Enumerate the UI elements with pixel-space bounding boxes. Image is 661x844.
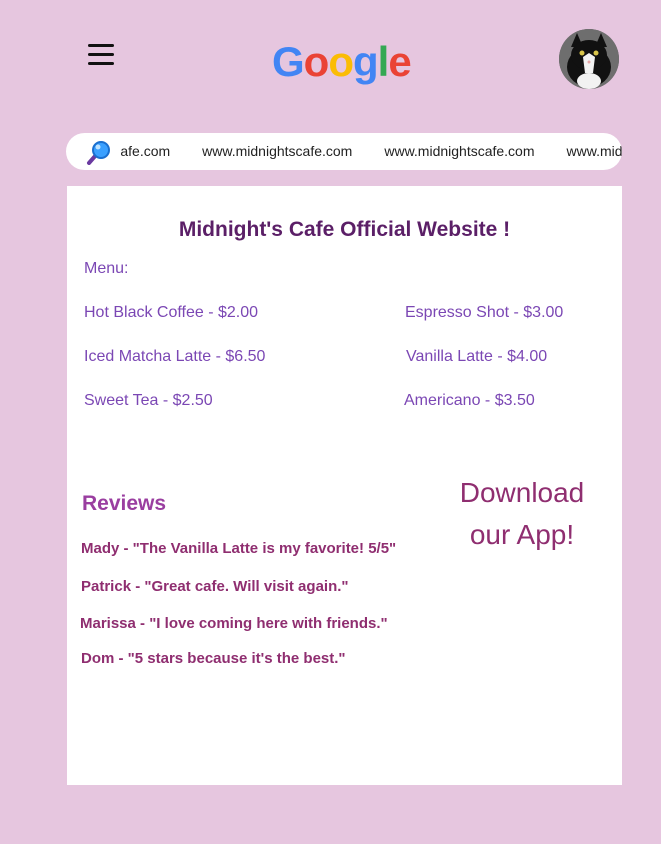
download-line: Download (459, 477, 585, 508)
avatar[interactable] (559, 29, 619, 89)
menu-item: Espresso Shot - $3.00 (405, 304, 564, 321)
menu-item: Americano - $3.50 (404, 392, 535, 409)
menu-item: Iced Matcha Latte - $6.50 (84, 348, 266, 365)
page-title: Midnight's Cafe Official Website ! (178, 218, 511, 241)
logo-letter: e (388, 38, 411, 85)
menu-item: Sweet Tea - $2.50 (84, 392, 213, 409)
magnifying-glass-icon[interactable] (86, 139, 112, 165)
review-item: Marissa - "I love coming here with frien… (80, 615, 388, 632)
menu-item: Hot Black Coffee - $2.00 (84, 304, 259, 321)
menu-label: Menu: (84, 260, 129, 277)
url-text[interactable]: www.midnightscafe.com (384, 143, 534, 159)
logo-letter: g (352, 38, 379, 85)
google-logo[interactable]: Google (272, 38, 412, 86)
menu-bar (88, 53, 114, 56)
hamburger-menu-icon[interactable] (88, 44, 114, 70)
logo-letter: G (272, 38, 305, 85)
menu-item: Vanilla Latte - $4.00 (406, 348, 548, 365)
cat-avatar-icon (559, 29, 619, 89)
review-item: Dom - "5 stars because it's the best." (81, 650, 346, 667)
cafe-page-panel: Midnight's Cafe Official Website ! Menu:… (67, 186, 622, 785)
url-text[interactable]: www.midnightscafe.com (202, 143, 352, 159)
address-bar[interactable]: www.midnightscafe.com www.midnightscafe.c… (66, 133, 622, 170)
download-line: our App! (469, 519, 575, 550)
url-text[interactable]: www.midnightscafe.com (120, 143, 170, 159)
logo-letter: l (377, 38, 390, 85)
logo-letter: o (303, 38, 330, 85)
url-text[interactable]: www.midnightscafe.com (567, 143, 622, 159)
reviews-heading: Reviews (82, 492, 167, 515)
download-app-link[interactable]: Download our App! (437, 472, 607, 556)
url-strip: www.midnightscafe.com www.midnightscafe.c… (120, 133, 622, 170)
review-item: Patrick - "Great cafe. Will visit again.… (81, 578, 349, 595)
review-item: Mady - "The Vanilla Latte is my favorite… (81, 540, 397, 557)
menu-bar (88, 44, 114, 47)
menu-bar (88, 62, 114, 65)
logo-letter: o (328, 38, 354, 85)
